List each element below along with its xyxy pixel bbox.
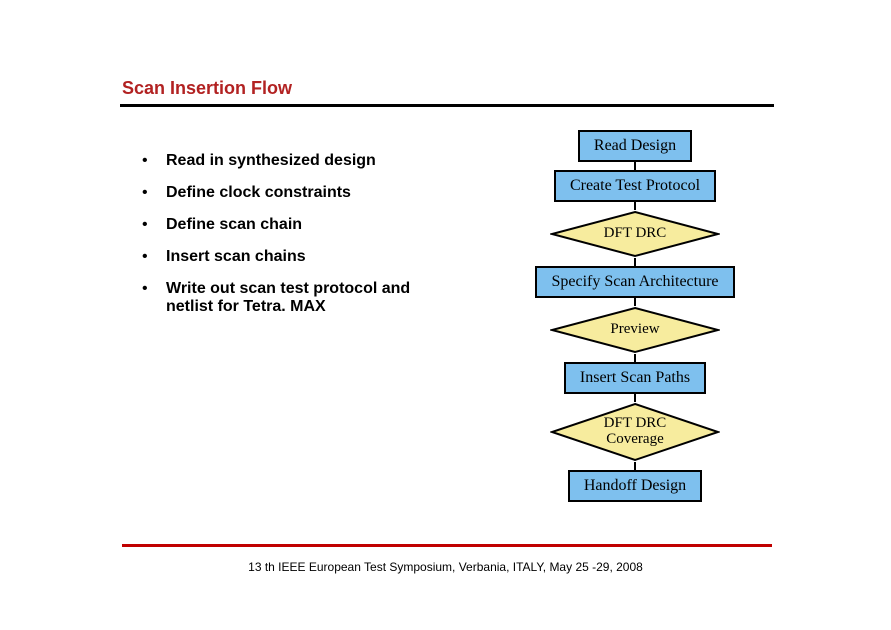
- flow-connector: [634, 202, 636, 210]
- list-item: • Write out scan test protocol and netli…: [142, 280, 442, 316]
- list-item: • Insert scan chains: [142, 248, 442, 266]
- flow-connector: [634, 394, 636, 402]
- flow-diamond-dft-drc: DFT DRC: [550, 210, 720, 258]
- flow-connector: [634, 298, 636, 306]
- bullet-text: Read in synthesized design: [166, 152, 376, 170]
- flow-box-handoff-design: Handoff Design: [568, 470, 702, 502]
- flow-diamond-dft-drc-coverage: DFT DRC Coverage: [550, 402, 720, 462]
- slide-title: Scan Insertion Flow: [122, 78, 292, 99]
- flow-box-read-design: Read Design: [578, 130, 692, 162]
- bullet-list: • Read in synthesized design • Define cl…: [142, 152, 442, 330]
- bullet-dot-icon: •: [142, 280, 166, 298]
- flow-connector: [634, 354, 636, 362]
- bullet-dot-icon: •: [142, 152, 166, 170]
- bullet-text: Define clock constraints: [166, 184, 351, 202]
- flow-connector: [634, 258, 636, 266]
- diamond-label: DFT DRC Coverage: [604, 416, 667, 448]
- list-item: • Define clock constraints: [142, 184, 442, 202]
- flow-box-insert-scan-paths: Insert Scan Paths: [564, 362, 706, 394]
- slide: Scan Insertion Flow • Read in synthesize…: [0, 0, 891, 630]
- bullet-dot-icon: •: [142, 216, 166, 234]
- bullet-text: Write out scan test protocol and netlist…: [166, 280, 426, 316]
- footer-rule: [122, 544, 772, 547]
- bullet-text: Insert scan chains: [166, 248, 306, 266]
- flow-connector: [634, 462, 636, 470]
- list-item: • Define scan chain: [142, 216, 442, 234]
- title-rule: [120, 104, 774, 107]
- footer-text: 13 th IEEE European Test Symposium, Verb…: [0, 560, 891, 574]
- list-item: • Read in synthesized design: [142, 152, 442, 170]
- flow-connector: [634, 162, 636, 170]
- diamond-label: Preview: [610, 322, 659, 338]
- diamond-label: DFT DRC: [604, 226, 667, 242]
- bullet-text: Define scan chain: [166, 216, 302, 234]
- bullet-dot-icon: •: [142, 248, 166, 266]
- flow-box-specify-scan-arch: Specify Scan Architecture: [535, 266, 734, 298]
- flow-diamond-preview: Preview: [550, 306, 720, 354]
- bullet-dot-icon: •: [142, 184, 166, 202]
- flow-box-create-test-protocol: Create Test Protocol: [554, 170, 716, 202]
- flowchart: Read Design Create Test Protocol DFT DRC…: [500, 130, 770, 502]
